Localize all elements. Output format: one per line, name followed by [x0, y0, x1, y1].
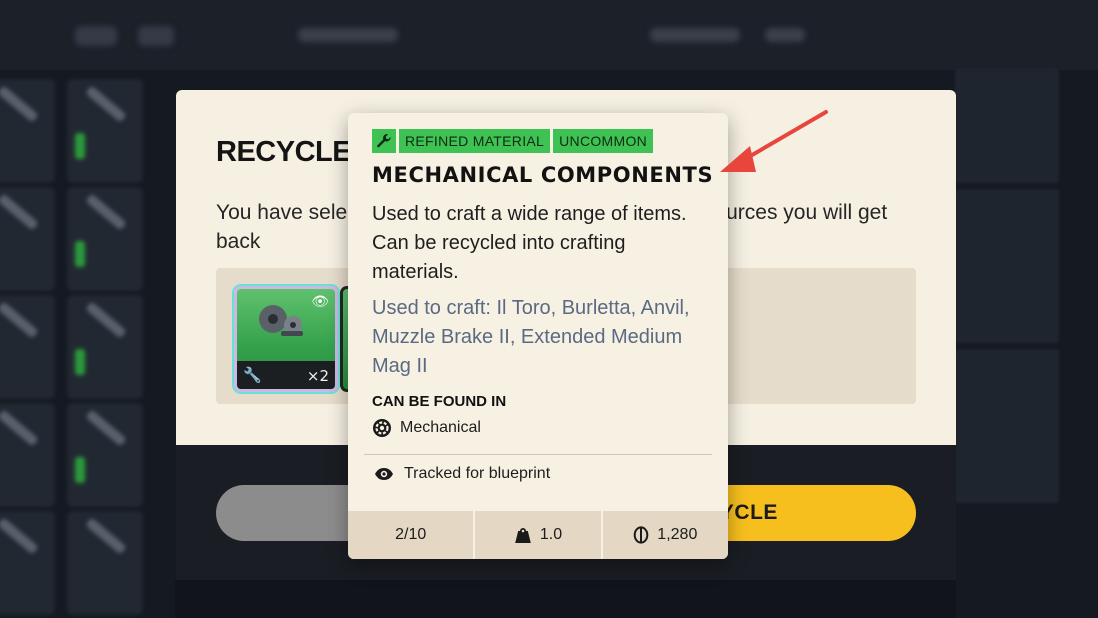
eye-icon — [375, 468, 393, 480]
item-tooltip: REFINED MATERIAL UNCOMMON MECHANICAL COM… — [348, 113, 728, 559]
dialog-title: RECYCLE — [216, 136, 352, 168]
tag-category: REFINED MATERIAL — [399, 129, 551, 153]
value-amount: 1,280 — [657, 526, 698, 543]
annotation-arrow-icon — [720, 110, 828, 172]
weight-value: 1.0 — [539, 526, 563, 543]
tooltip-stats: 2/10 1.0 1,280 — [348, 511, 728, 559]
tracked-text: Tracked for blueprint — [404, 465, 551, 482]
tooltip-divider — [364, 454, 712, 455]
wrench-icon: 🔧 — [243, 366, 262, 384]
tooltip-tags: REFINED MATERIAL UNCOMMON — [372, 129, 654, 153]
background-bottom-bar — [175, 580, 956, 618]
tag-rarity: UNCOMMON — [553, 129, 654, 153]
tooltip-used-to-craft: Used to craft: Il Toro, Burletta, Anvil,… — [372, 294, 717, 381]
stat-value: 1,280 — [603, 511, 728, 559]
tracked-row: Tracked for blueprint — [374, 465, 550, 483]
used-to-craft-label: Used to craft: — [372, 297, 491, 319]
found-in-label: CAN BE FOUND IN — [372, 393, 507, 410]
background-top-bar — [0, 0, 1098, 70]
wrench-icon — [372, 129, 396, 153]
mechanical-parts-icon — [259, 305, 303, 336]
found-in-row: Mechanical — [372, 418, 481, 438]
stat-weight: 1.0 — [475, 511, 603, 559]
gear-icon — [373, 419, 391, 437]
background-inventory-grid — [0, 70, 175, 618]
weight-icon — [515, 528, 531, 543]
background-side-panel — [956, 70, 1098, 618]
stat-stack: 2/10 — [348, 511, 476, 559]
found-in-value: Mechanical — [400, 419, 481, 436]
stack-value: 2/10 — [395, 526, 427, 543]
coin-icon — [633, 526, 649, 544]
eye-icon: 👁 — [311, 294, 329, 310]
item-card-mechanical-components[interactable]: 👁 🔧 ×2 — [234, 286, 338, 392]
tooltip-description: Used to craft a wide range of items. Can… — [372, 203, 687, 283]
tooltip-title: MECHANICAL COMPONENTS — [372, 163, 714, 187]
item-quantity: ×2 — [306, 367, 329, 385]
